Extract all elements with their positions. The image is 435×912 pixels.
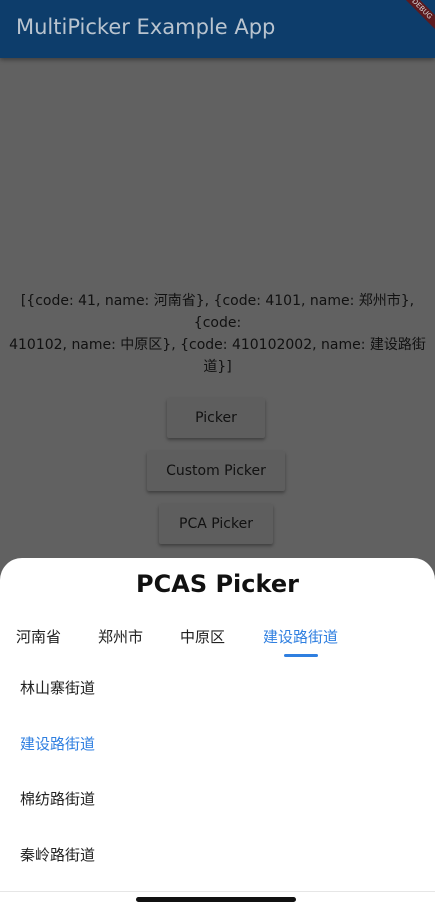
picker-button[interactable]: Picker: [167, 398, 265, 438]
tab-indicator: [284, 654, 318, 657]
sheet-title: PCAS Picker: [136, 570, 299, 598]
list-item[interactable]: 林山寨街道: [20, 677, 95, 698]
app-title: MultiPicker Example App: [16, 15, 276, 39]
list-item-selected[interactable]: 建设路街道: [20, 733, 95, 754]
tab-street[interactable]: 建设路街道: [263, 626, 338, 647]
list-item[interactable]: 棉纺路街道: [20, 788, 95, 809]
tab-city[interactable]: 郑州市: [98, 626, 143, 647]
app-bar: MultiPicker Example App: [0, 0, 435, 58]
result-line-1: [{code: 41, name: 河南省}, {code: 4101, nam…: [20, 293, 415, 331]
result-line-2: 410102, name: 中原区}, {code: 410102002, na…: [9, 337, 426, 375]
tab-district[interactable]: 中原区: [180, 626, 225, 647]
list-item[interactable]: 秦岭路街道: [20, 844, 95, 865]
selection-result-text: [{code: 41, name: 河南省}, {code: 4101, nam…: [0, 290, 435, 378]
bottom-sheet: PCAS Picker 河南省 郑州市 中原区 建设路街道 林山寨街道 建设路街…: [0, 558, 435, 912]
home-indicator[interactable]: [136, 897, 296, 902]
divider: [0, 891, 435, 892]
pca-picker-button[interactable]: PCA Picker: [159, 504, 273, 544]
tab-province[interactable]: 河南省: [16, 626, 61, 647]
custom-picker-button[interactable]: Custom Picker: [147, 451, 285, 491]
